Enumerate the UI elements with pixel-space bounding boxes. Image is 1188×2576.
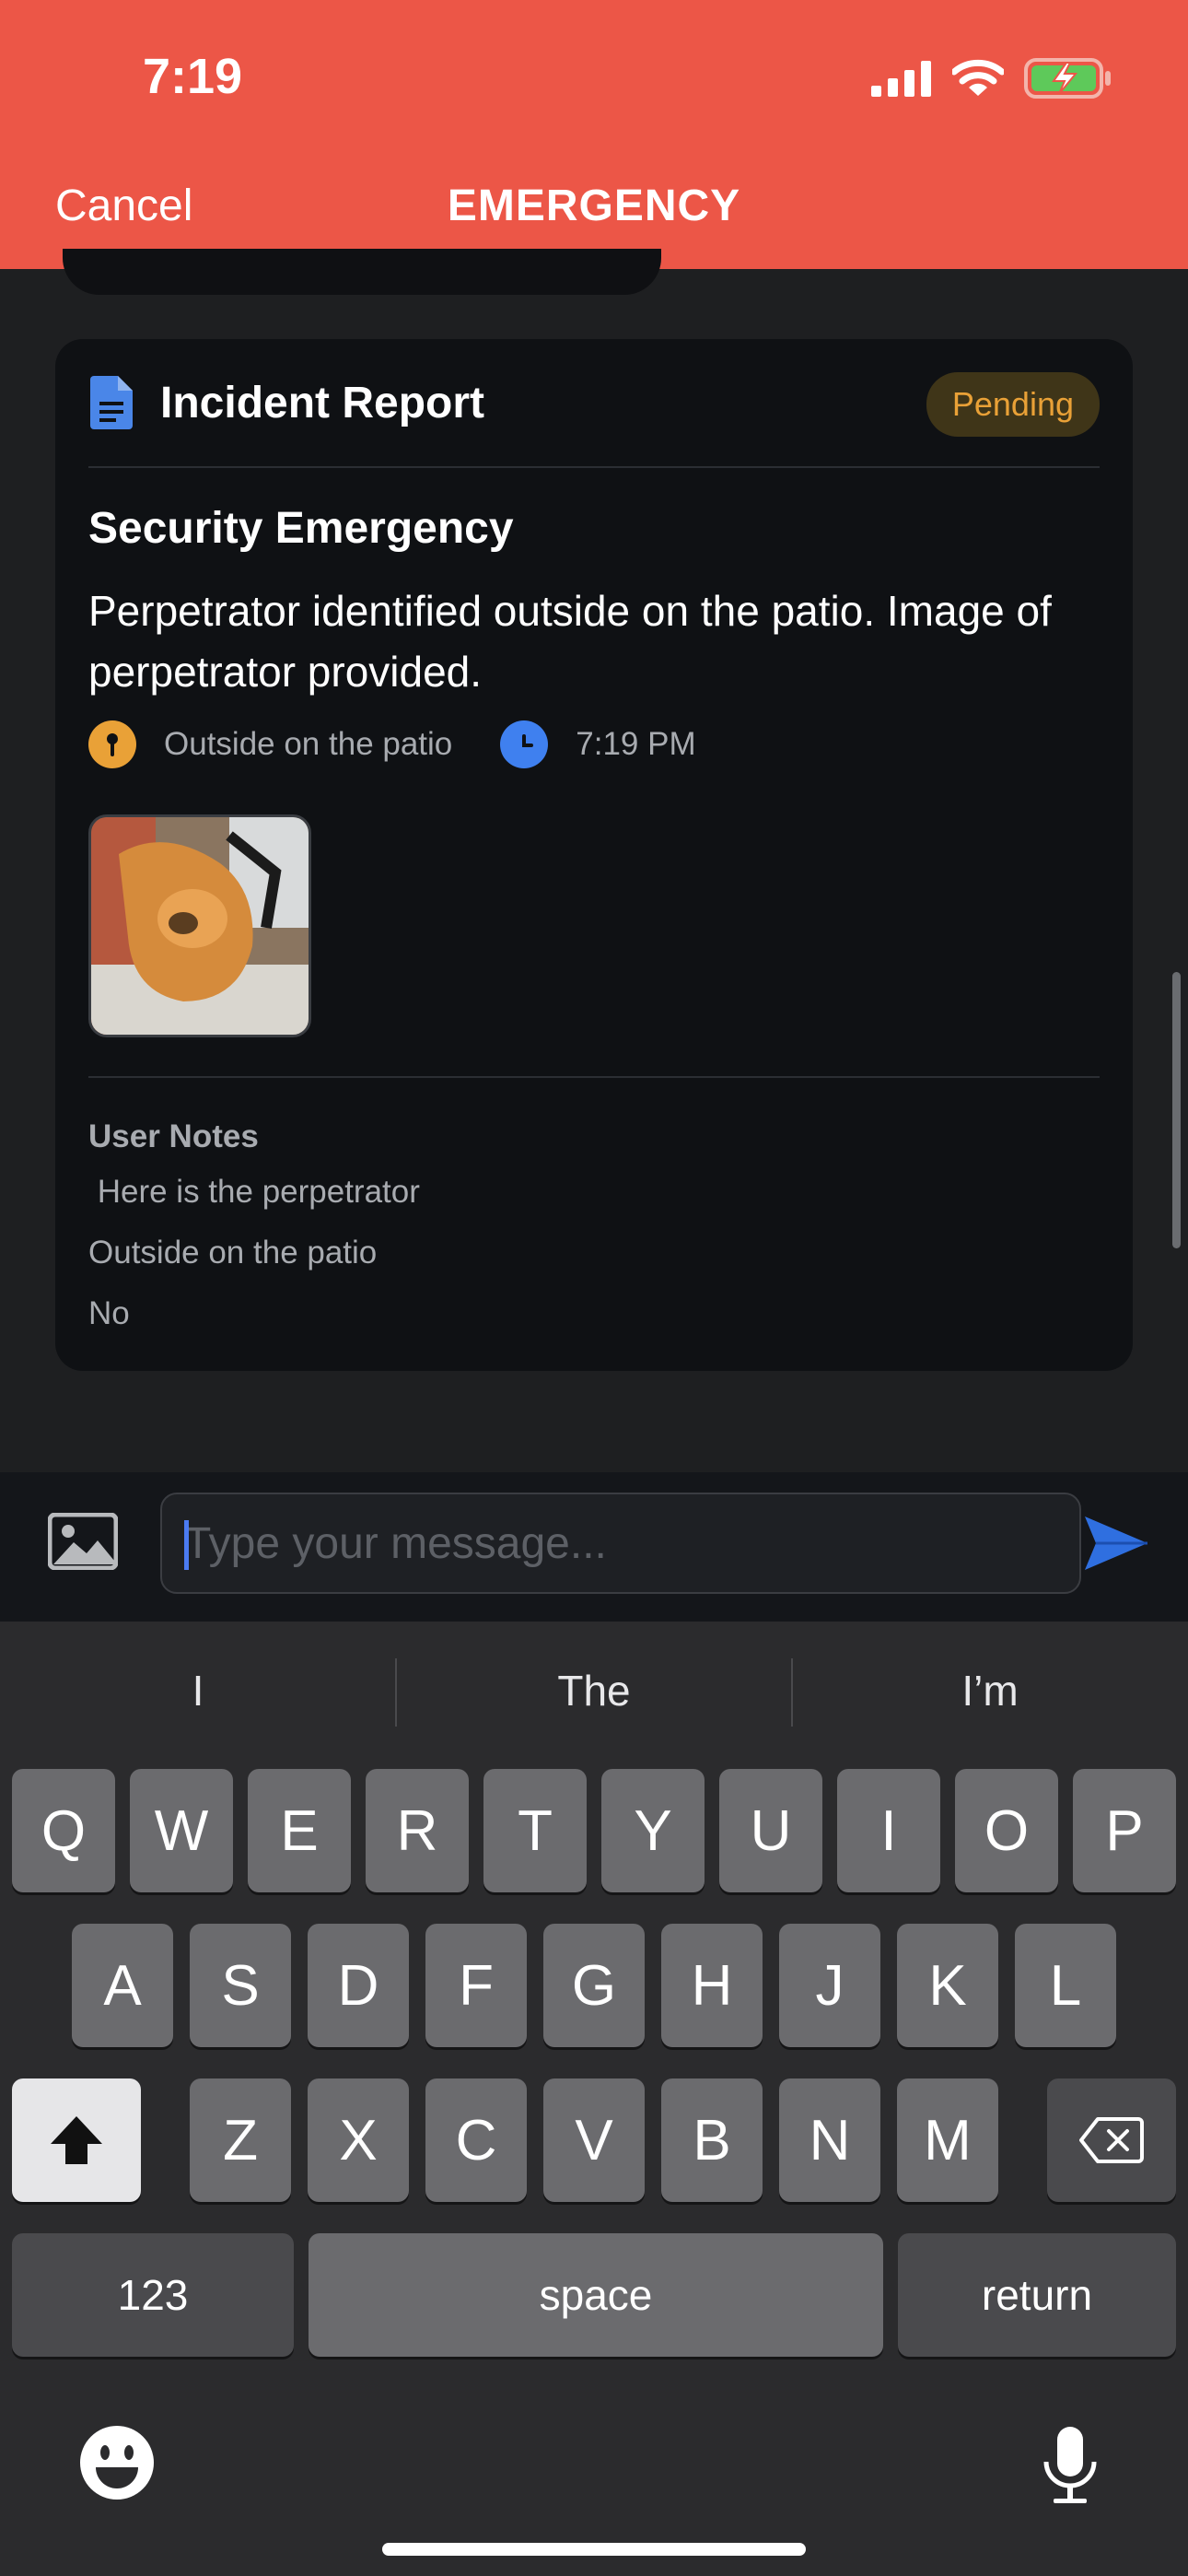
message-input[interactable]: [160, 1493, 1081, 1594]
incident-meta: Outside on the patio 7:19 PM: [88, 720, 696, 768]
user-note: Outside on the patio: [88, 1235, 378, 1270]
card-header: Incident Report Pending: [55, 339, 1133, 468]
suggestion-2[interactable]: The: [396, 1622, 792, 1760]
key-o[interactable]: O: [955, 1769, 1058, 1892]
key-b[interactable]: B: [661, 2078, 763, 2202]
incident-type: Security Emergency: [88, 504, 514, 553]
shift-arrow-icon: [51, 2116, 102, 2164]
key-d[interactable]: D: [308, 1924, 409, 2047]
cellular-signal-icon: [871, 61, 931, 97]
status-badge: Pending: [926, 372, 1100, 437]
message-composer: [0, 1472, 1188, 1622]
key-k[interactable]: K: [897, 1924, 998, 2047]
divider: [88, 466, 1100, 468]
key-v[interactable]: V: [543, 2078, 645, 2202]
incident-location: Outside on the patio: [164, 726, 453, 762]
return-key[interactable]: return: [898, 2233, 1176, 2357]
user-notes-label: User Notes: [88, 1118, 259, 1154]
clock-icon: [500, 720, 549, 768]
perpetrator-image[interactable]: [88, 814, 311, 1037]
key-s[interactable]: S: [190, 1924, 291, 2047]
backspace-key[interactable]: [1047, 2078, 1176, 2202]
microphone-icon[interactable]: [1041, 2425, 1100, 2508]
text-caret: [184, 1520, 189, 1570]
emoji-icon[interactable]: [79, 2425, 155, 2500]
key-p[interactable]: P: [1073, 1769, 1176, 1892]
key-z[interactable]: Z: [190, 2078, 291, 2202]
divider: [88, 1076, 1100, 1078]
keyboard: I The I’m Q W E R T Y U I O P A S D F G …: [0, 1622, 1188, 2576]
key-i[interactable]: I: [837, 1769, 940, 1892]
user-note: Here is the perpetrator: [88, 1174, 420, 1210]
key-u[interactable]: U: [719, 1769, 822, 1892]
shift-key[interactable]: [12, 2078, 141, 2202]
key-g[interactable]: G: [543, 1924, 645, 2047]
key-a[interactable]: A: [72, 1924, 173, 2047]
scrollbar[interactable]: [1172, 972, 1181, 1248]
key-t[interactable]: T: [483, 1769, 587, 1892]
battery-charging-icon: [1024, 58, 1111, 99]
wifi-icon: [952, 59, 1004, 96]
key-f[interactable]: F: [425, 1924, 527, 2047]
key-e[interactable]: E: [248, 1769, 351, 1892]
status-time: 7:19: [143, 49, 243, 104]
key-r[interactable]: R: [366, 1769, 469, 1892]
incident-time: 7:19 PM: [576, 726, 696, 762]
user-note: No: [88, 1295, 130, 1331]
key-y[interactable]: Y: [601, 1769, 705, 1892]
key-l[interactable]: L: [1015, 1924, 1116, 2047]
page-title: EMERGENCY: [447, 181, 741, 230]
status-icons: [871, 57, 1112, 100]
backspace-icon: [1079, 2117, 1144, 2163]
key-w[interactable]: W: [130, 1769, 233, 1892]
incident-description: Perpetrator identified outside on the pa…: [88, 587, 1052, 696]
key-x[interactable]: X: [308, 2078, 409, 2202]
header-bar: 7:19 Cancel EMERGENCY: [0, 0, 1188, 269]
key-n[interactable]: N: [779, 2078, 880, 2202]
key-m[interactable]: M: [897, 2078, 998, 2202]
space-key[interactable]: space: [309, 2233, 883, 2357]
card-title: Incident Report: [160, 379, 485, 427]
suggestion-3[interactable]: I’m: [792, 1622, 1188, 1760]
incident-report-card: Incident Report Pending Security Emergen…: [55, 339, 1133, 1371]
key-c[interactable]: C: [425, 2078, 527, 2202]
image-attach-icon[interactable]: [48, 1513, 118, 1570]
send-icon[interactable]: [1083, 1515, 1149, 1572]
key-j[interactable]: J: [779, 1924, 880, 2047]
numbers-key[interactable]: 123: [12, 2233, 294, 2357]
location-pin-icon: [88, 720, 136, 768]
home-indicator: [382, 2543, 806, 2556]
previous-card: [63, 249, 661, 295]
key-h[interactable]: H: [661, 1924, 763, 2047]
key-q[interactable]: Q: [12, 1769, 115, 1892]
document-icon: [90, 376, 133, 429]
suggestion-1[interactable]: I: [0, 1622, 396, 1760]
